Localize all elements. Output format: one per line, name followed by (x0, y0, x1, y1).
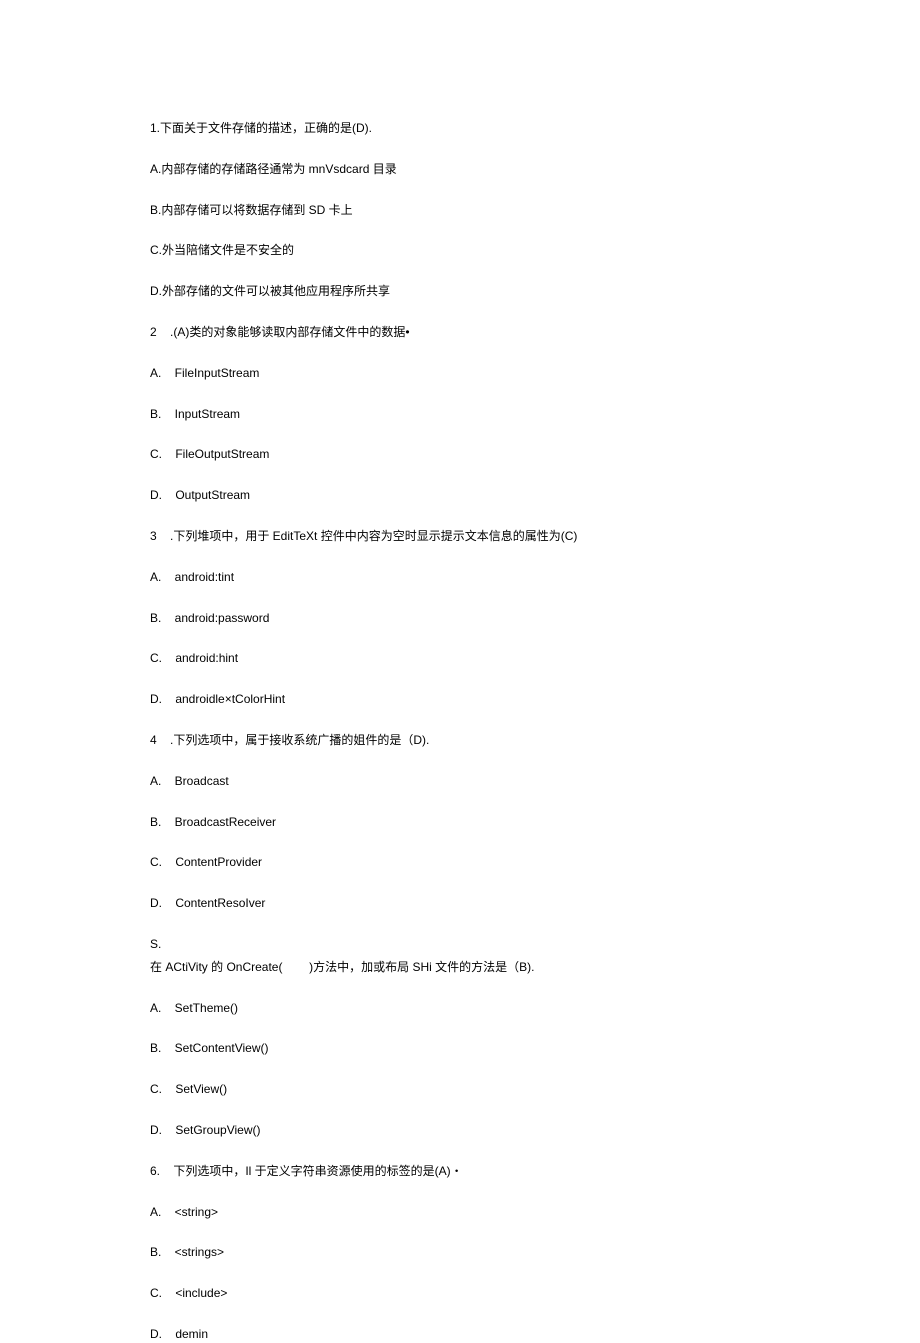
option-6c: C. <include> (150, 1285, 770, 1302)
option-6a: A. <string> (150, 1204, 770, 1221)
option-4b: B. BroadcastReceiver (150, 814, 770, 831)
option-4d: D. ContentResoIver (150, 895, 770, 912)
option-5a: A. SetTheme() (150, 1000, 770, 1017)
option-3a: A. android:tint (150, 569, 770, 586)
question-5-marker: S. (150, 936, 770, 953)
option-1d: D.外部存储的文件可以被其他应用程序所共享 (150, 283, 770, 300)
option-4a: A. Broadcast (150, 773, 770, 790)
question-5: 在 ACtiVity 的 OnCreate( )方法中，加或布局 SHi 文件的… (150, 959, 770, 976)
question-2: 2 .(A)类的对象能够读取内部存储文件中的数据• (150, 324, 770, 341)
option-3c: C. android:hint (150, 650, 770, 667)
option-1c: C.外当陪储文件是不安全的 (150, 242, 770, 259)
option-2c: C. FileOutputStream (150, 446, 770, 463)
option-3d: D. androidle×tColorHint (150, 691, 770, 708)
option-5b: B. SetContentView() (150, 1040, 770, 1057)
question-1: 1.下面关于文件存储的描述，正确的是(D). (150, 120, 770, 137)
option-6b: B. <strings> (150, 1244, 770, 1261)
option-1b: B.内部存储可以将数据存储到 SD 卡上 (150, 202, 770, 219)
option-5d: D. SetGroupView() (150, 1122, 770, 1139)
option-1a: A.内部存储的存储路径通常为 mnVsdcard 目录 (150, 161, 770, 178)
option-6d: D. demin (150, 1326, 770, 1343)
question-3: 3 .下列堆项中，用于 EditTeXt 控件中内容为空时显示提示文本信息的属性… (150, 528, 770, 545)
question-4: 4 .下列选项中，属于接收系统广播的姐件的是（D). (150, 732, 770, 749)
option-4c: C. ContentProvider (150, 854, 770, 871)
option-2b: B. InputStream (150, 406, 770, 423)
option-2d: D. OutputStream (150, 487, 770, 504)
option-2a: A. FileInputStream (150, 365, 770, 382)
option-3b: B. android:password (150, 610, 770, 627)
question-6: 6. 下列选项中，Il 于定义字符串资源使用的标签的是(A)・ (150, 1163, 770, 1180)
option-5c: C. SetView() (150, 1081, 770, 1098)
